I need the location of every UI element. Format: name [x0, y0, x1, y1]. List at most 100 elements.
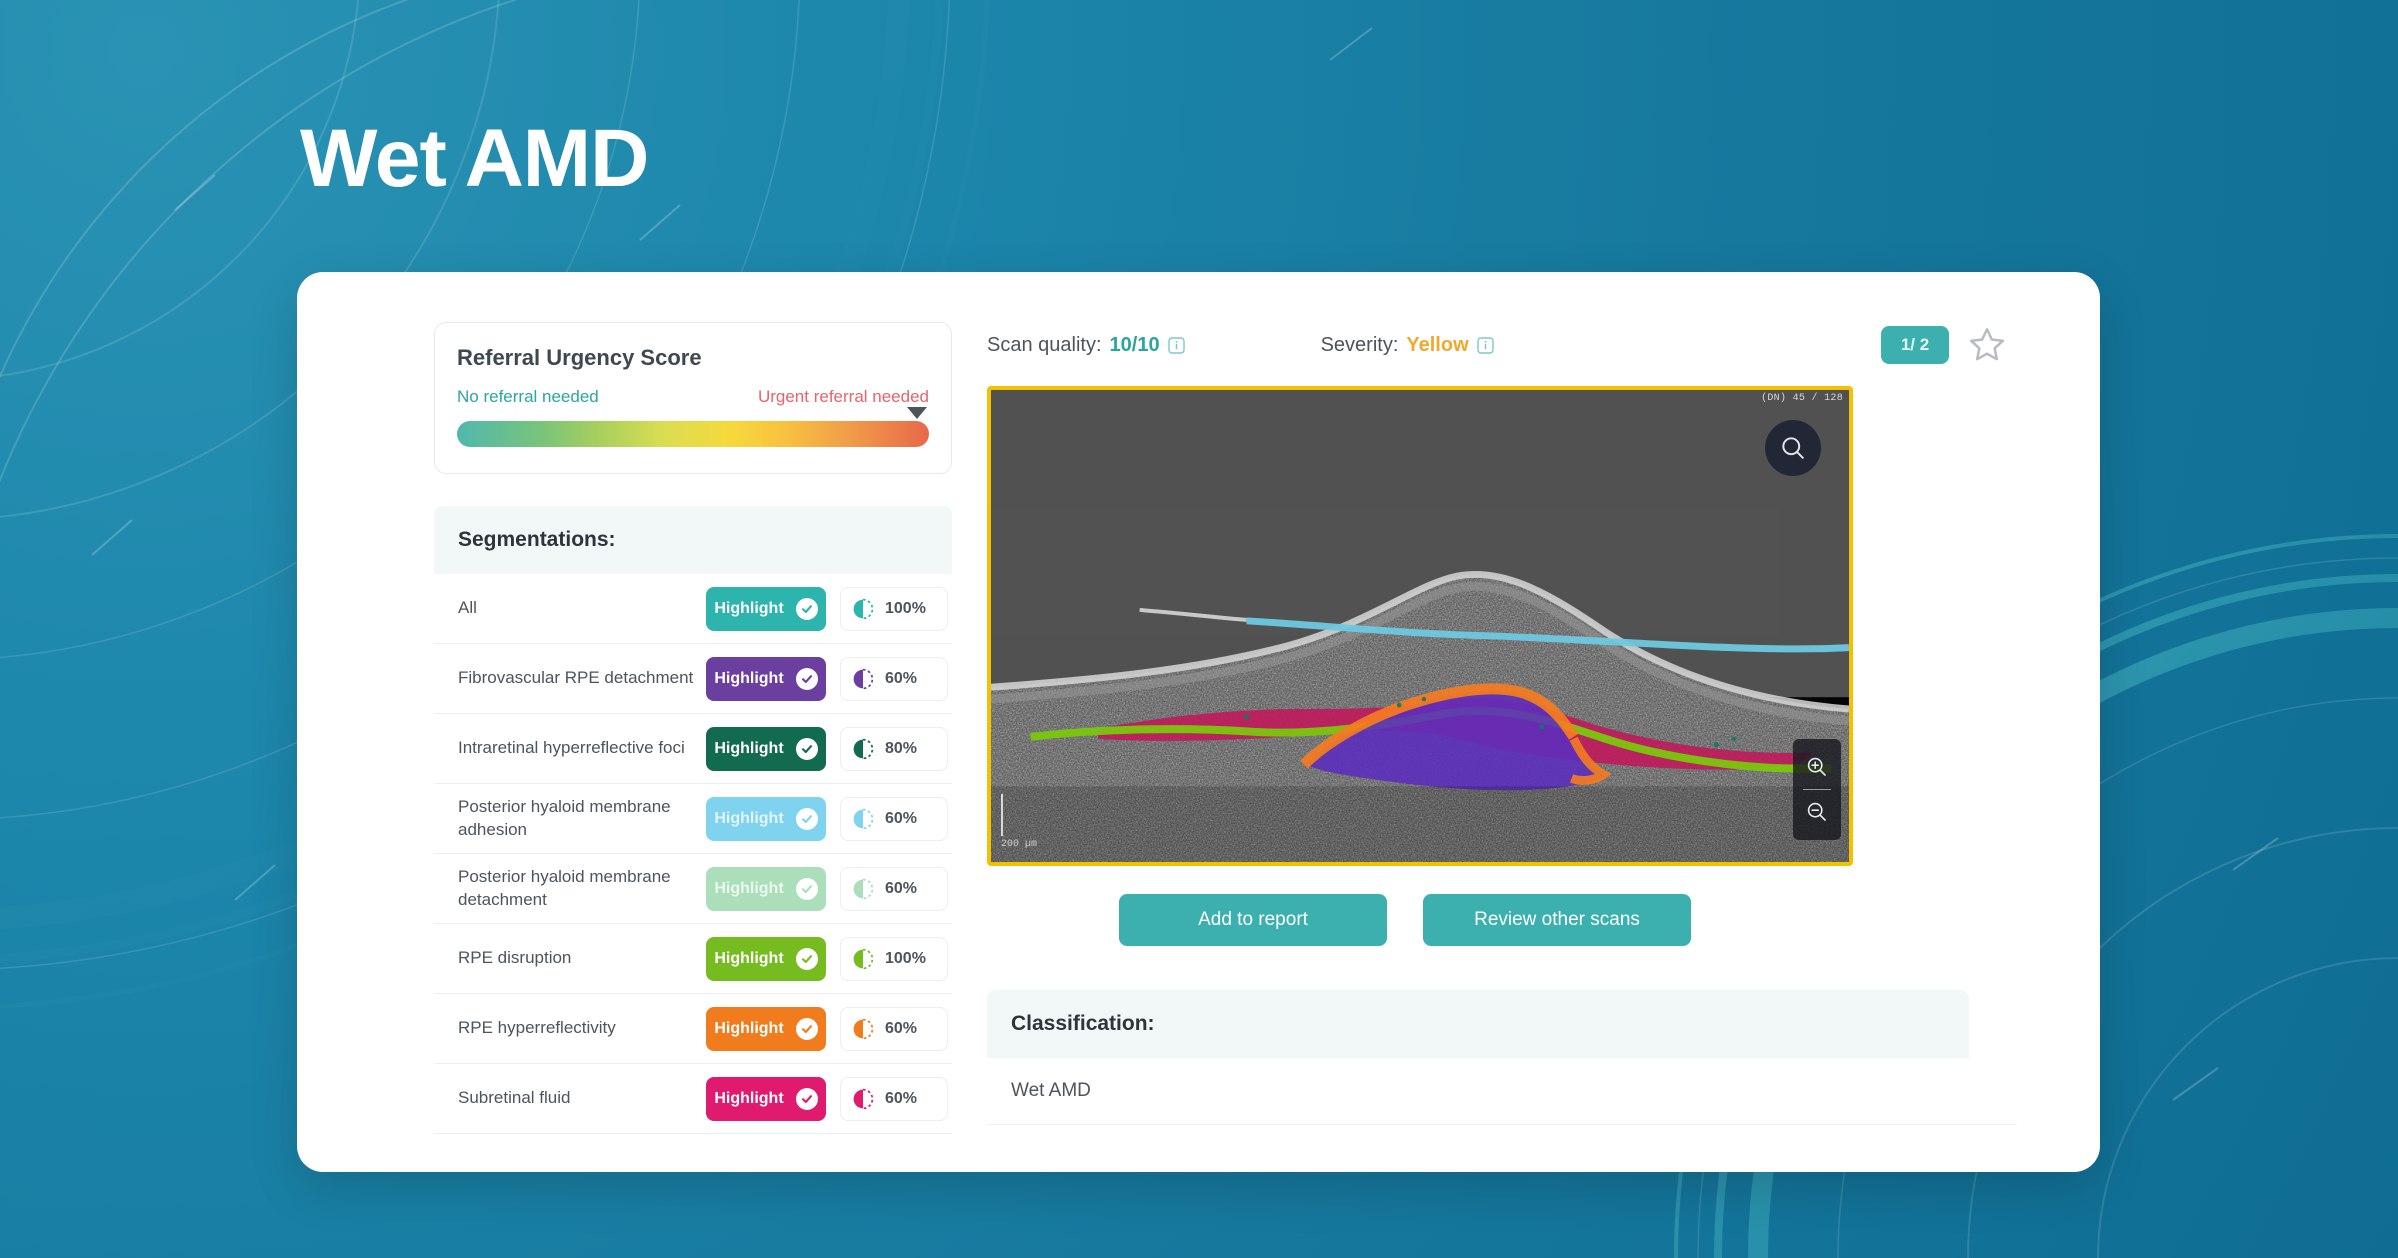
zoom-controls — [1793, 739, 1841, 840]
scan-pagination-badge[interactable]: 1/ 2 — [1881, 326, 1949, 364]
zoom-out-button[interactable] — [1793, 790, 1841, 834]
opacity-pie-icon — [853, 948, 874, 969]
oct-scan-image — [991, 390, 1849, 862]
classification-row: Wet AMD — [987, 1058, 2017, 1125]
segmentation-row: Subretinal fluid Highlight 60% — [434, 1064, 952, 1134]
add-to-report-button[interactable]: Add to report — [1119, 894, 1387, 946]
zoom-out-icon — [1807, 802, 1826, 821]
info-icon[interactable] — [1476, 336, 1494, 354]
search-icon — [1782, 437, 1804, 459]
opacity-pie-icon — [853, 878, 874, 899]
app-window: Referral Urgency Score No referral neede… — [297, 272, 2100, 1172]
classification-panel: Classification: Wet AMD — [987, 990, 2017, 1125]
segmentation-label: Posterior hyaloid membrane detachment — [458, 866, 671, 909]
opacity-pie-icon — [853, 738, 874, 759]
oct-scan-viewer[interactable]: (DN) 45 / 128 200 µm — [987, 386, 1853, 866]
segmentation-label: All — [458, 598, 477, 618]
highlight-button-label: Highlight — [714, 809, 784, 827]
zoom-in-button[interactable] — [1793, 745, 1841, 789]
highlight-button-label: Highlight — [714, 599, 784, 617]
segmentations-panel: Segmentations: All Highlight 100% Fibrovasc… — [434, 506, 952, 1134]
highlight-button-label: Highlight — [714, 879, 784, 897]
presentation-slide: Wet AMD Referral Urgency Score No referr… — [0, 0, 2398, 1258]
check-icon — [795, 947, 818, 970]
urgency-gradient-bar — [457, 421, 929, 447]
opacity-control[interactable]: 60% — [840, 656, 948, 701]
segmentation-row: RPE hyperreflectivity Highlight 60% — [434, 994, 952, 1064]
review-other-scans-button[interactable]: Review other scans — [1423, 894, 1691, 946]
page-title: Wet AMD — [300, 113, 649, 204]
segmentation-label: Posterior hyaloid membrane adhesion — [458, 796, 671, 839]
urgency-scale-labels: No referral needed Urgent referral neede… — [457, 387, 929, 407]
severity-label: Severity: — [1320, 333, 1399, 356]
referral-urgency-card: Referral Urgency Score No referral neede… — [434, 322, 952, 474]
highlight-toggle-button[interactable]: Highlight — [706, 726, 826, 771]
segmentation-label: RPE disruption — [458, 948, 572, 968]
check-icon — [795, 597, 818, 620]
highlight-toggle-button[interactable]: Highlight — [706, 1076, 826, 1121]
urgency-marker-triangle-icon — [907, 407, 927, 419]
segmentations-header: Segmentations: — [434, 506, 952, 574]
urgency-gradient-wrap — [457, 407, 929, 447]
segmentation-label: Subretinal fluid — [458, 1088, 571, 1108]
highlight-toggle-button[interactable]: Highlight — [706, 1006, 826, 1051]
severity-value: Yellow — [1406, 333, 1469, 356]
highlight-button-label: Highlight — [714, 1089, 784, 1107]
opacity-value: 100% — [885, 949, 926, 967]
opacity-control[interactable]: 60% — [840, 1076, 948, 1121]
scan-scale-bar: 200 µm — [1001, 794, 1037, 850]
highlight-toggle-button[interactable]: Highlight — [706, 936, 826, 981]
segmentation-row: All Highlight 100% — [434, 574, 952, 644]
highlight-toggle-button[interactable]: Highlight — [706, 586, 826, 631]
highlight-button-label: Highlight — [714, 669, 784, 687]
highlight-toggle-button[interactable]: Highlight — [706, 796, 826, 841]
scan-meta-bar: Scan quality: 10/10 Severity: Yellow 1/ … — [987, 318, 2007, 372]
info-icon[interactable] — [1167, 336, 1185, 354]
scan-quality-label: Scan quality: — [987, 333, 1102, 356]
segmentation-label: Intraretinal hyperreflective foci — [458, 738, 685, 758]
scan-quality: Scan quality: 10/10 — [987, 334, 1185, 357]
search-icon-button[interactable] — [1765, 420, 1821, 476]
opacity-pie-icon — [853, 598, 874, 619]
opacity-control[interactable]: 60% — [840, 796, 948, 841]
check-icon — [795, 667, 818, 690]
check-icon — [795, 1017, 818, 1040]
star-icon[interactable] — [1967, 325, 2007, 365]
segmentation-label: Fibrovascular RPE detachment — [458, 668, 694, 688]
opacity-pie-icon — [853, 808, 874, 829]
opacity-control[interactable]: 80% — [840, 726, 948, 771]
classification-list: Wet AMD — [987, 1058, 2017, 1125]
scale-bar-rule — [1001, 794, 1003, 836]
highlight-toggle-button[interactable]: Highlight — [706, 656, 826, 701]
highlight-toggle-button[interactable]: Highlight — [706, 866, 826, 911]
highlight-button-label: Highlight — [714, 1019, 784, 1037]
urgency-title: Referral Urgency Score — [457, 345, 702, 370]
opacity-value: 100% — [885, 599, 926, 617]
highlight-button-label: Highlight — [714, 949, 784, 967]
segmentations-list: All Highlight 100% Fibrovascular RPE detach… — [434, 574, 952, 1134]
urgency-high-label: Urgent referral needed — [757, 387, 929, 406]
scan-severity: Severity: Yellow — [1321, 334, 1494, 357]
zoom-in-icon — [1807, 757, 1826, 776]
opacity-value: 60% — [885, 669, 918, 687]
opacity-control[interactable]: 60% — [840, 866, 948, 911]
segmentation-row: Posterior hyaloid membrane detachment Hig… — [434, 854, 952, 924]
opacity-pie-icon — [853, 668, 874, 689]
opacity-pie-icon — [853, 1088, 874, 1109]
opacity-control[interactable]: 100% — [840, 936, 948, 981]
opacity-value: 60% — [885, 1019, 918, 1037]
check-icon — [795, 1087, 818, 1110]
segmentation-row: Fibrovascular RPE detachment Highlight 60% — [434, 644, 952, 714]
opacity-control[interactable]: 100% — [840, 586, 948, 631]
check-icon — [795, 737, 818, 760]
opacity-value: 60% — [885, 879, 918, 897]
opacity-value: 60% — [885, 809, 918, 827]
scan-actions: Add to report Review other scans — [987, 894, 2007, 946]
opacity-control[interactable]: 60% — [840, 1006, 948, 1051]
classification-header: Classification: — [987, 990, 1969, 1058]
scan-quality-value: 10/10 — [1109, 333, 1160, 356]
segmentation-row: Intraretinal hyperreflective foci Highlig… — [434, 714, 952, 784]
segmentation-label: RPE hyperreflectivity — [458, 1018, 616, 1038]
scan-frame-indicator: (DN) 45 / 128 — [1761, 393, 1843, 404]
opacity-value: 60% — [885, 1089, 918, 1107]
